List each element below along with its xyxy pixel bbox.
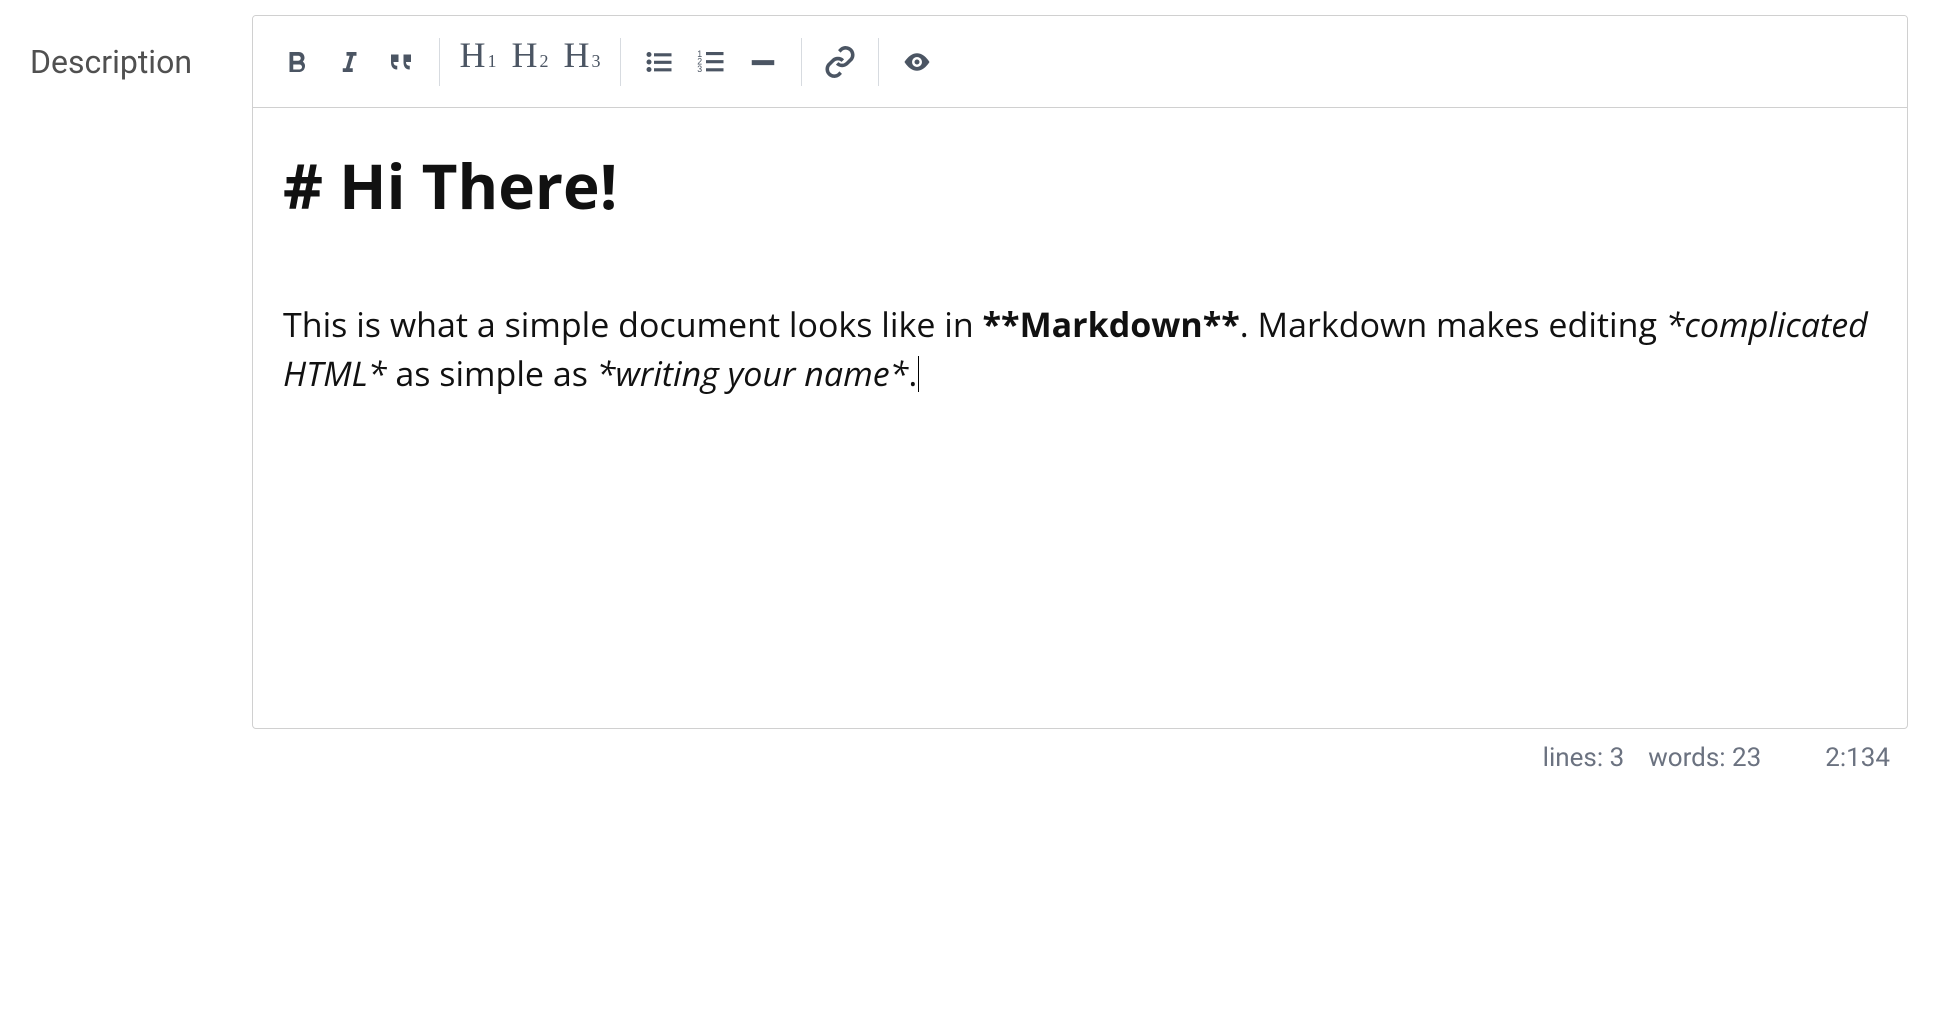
text-segment: as simple as (387, 350, 597, 396)
h3-label: H (564, 34, 590, 76)
toolbar-separator (878, 38, 879, 86)
ordered-list-button[interactable]: 1 2 3 (685, 34, 737, 90)
h2-label: H (512, 34, 538, 76)
lines-label: lines: (1543, 743, 1604, 773)
h1-sub: 1 (488, 51, 497, 72)
svg-text:3: 3 (697, 64, 702, 74)
words-counter: words: 23 (1648, 743, 1761, 773)
text-segment: . (908, 350, 917, 396)
bold-icon (282, 46, 312, 78)
field-label: Description (30, 15, 192, 81)
h1-label: H (460, 34, 486, 76)
ordered-list-icon: 1 2 3 (693, 47, 729, 77)
italic-icon (334, 46, 364, 78)
editor-toolbar: H1 H2 H3 1 (253, 16, 1907, 108)
description-field-container: Description (30, 15, 1908, 773)
quote-icon (383, 47, 419, 77)
words-label: words: (1648, 743, 1725, 773)
markdown-editor: H1 H2 H3 1 (252, 15, 1908, 729)
toolbar-separator (439, 38, 440, 86)
heading-2-button[interactable]: H2 (504, 34, 556, 90)
heading-3-button[interactable]: H3 (556, 34, 608, 90)
h2-sub: 2 (540, 51, 549, 72)
horizontal-rule-button[interactable] (737, 34, 789, 90)
words-value: 23 (1732, 743, 1761, 773)
markdown-heading-line: # Hi There! (283, 143, 1877, 230)
preview-icon (898, 47, 936, 77)
bold-segment: **Markdown** (983, 301, 1240, 347)
bold-button[interactable] (271, 34, 323, 90)
quote-button[interactable] (375, 34, 427, 90)
italic-button[interactable] (323, 34, 375, 90)
heading-1-button[interactable]: H1 (452, 34, 504, 90)
link-icon (823, 45, 857, 79)
toolbar-separator (620, 38, 621, 86)
horizontal-rule-icon (748, 47, 778, 77)
editor-content[interactable]: # Hi There! This is what a simple docume… (253, 108, 1907, 728)
toolbar-separator (801, 38, 802, 86)
h3-sub: 3 (592, 51, 601, 72)
editor-wrapper: H1 H2 H3 1 (252, 15, 1908, 773)
preview-button[interactable] (891, 34, 943, 90)
text-segment: This is what a simple document looks lik… (283, 301, 983, 347)
link-button[interactable] (814, 34, 866, 90)
italic-segment: *writing your name* (597, 350, 909, 396)
text-segment: . Markdown makes editing (1240, 301, 1666, 347)
unordered-list-icon (641, 47, 677, 77)
markdown-paragraph: This is what a simple document looks lik… (283, 300, 1877, 399)
lines-value: 3 (1610, 743, 1625, 773)
unordered-list-button[interactable] (633, 34, 685, 90)
editor-statusbar: lines: 3 words: 23 2:134 (252, 729, 1908, 773)
text-cursor (918, 356, 919, 392)
lines-counter: lines: 3 (1543, 743, 1625, 773)
cursor-position: 2:134 (1825, 743, 1890, 773)
